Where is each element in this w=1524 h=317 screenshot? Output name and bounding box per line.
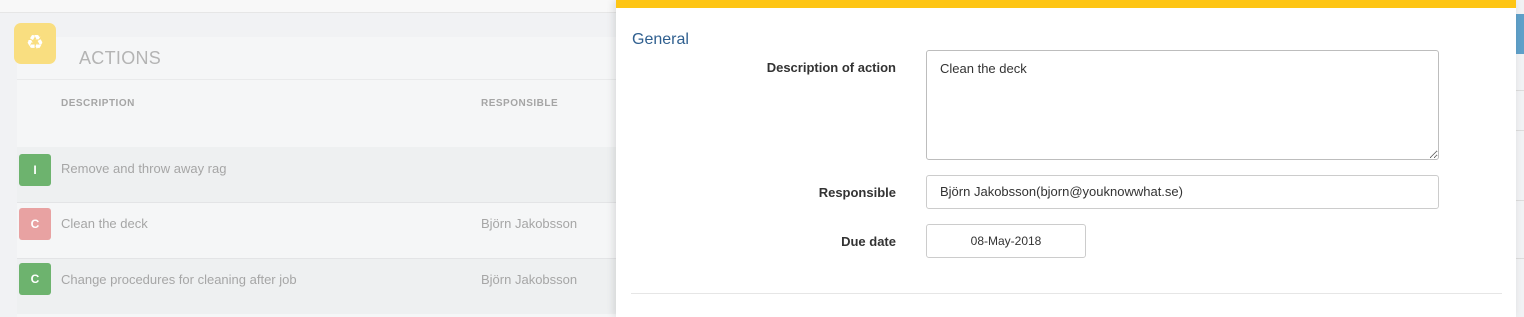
action-type-badge: I <box>19 154 51 186</box>
action-edit-panel: General Description of action Clean the … <box>616 0 1516 317</box>
responsible-label: Responsible <box>818 185 896 200</box>
description-label: Description of action <box>766 60 896 75</box>
top-panel <box>0 0 616 13</box>
table-row[interactable]: C Change procedures for cleaning after j… <box>17 259 616 314</box>
due-date-label: Due date <box>841 234 896 249</box>
actions-title: ACTIONS <box>79 48 162 68</box>
panel-accent-bar <box>616 0 1516 8</box>
row-description: Change procedures for cleaning after job <box>61 272 297 287</box>
background-divider <box>1516 90 1524 91</box>
background-divider <box>1516 200 1524 201</box>
header-divider <box>17 79 616 80</box>
row-responsible: Björn Jakobsson <box>481 272 578 287</box>
description-textarea[interactable]: Clean the deck <box>926 50 1439 160</box>
table-row[interactable]: C Clean the deck Björn Jakobsson <box>17 203 616 258</box>
action-type-badge: C <box>19 263 51 295</box>
row-description: Clean the deck <box>61 216 148 231</box>
section-title-general: General <box>632 31 689 48</box>
background-divider <box>1516 130 1524 131</box>
responsible-field[interactable]: Björn Jakobsson(bjorn@youknowwhat.se) <box>926 175 1439 209</box>
table-row[interactable]: I Remove and throw away rag <box>17 147 616 202</box>
column-header-description[interactable]: DESCRIPTION <box>61 98 135 109</box>
panel-divider <box>631 293 1502 294</box>
due-date-field[interactable]: 08-May-2018 <box>926 224 1086 258</box>
action-type-badge: C <box>19 208 51 240</box>
background-divider <box>1516 258 1524 259</box>
column-header-responsible[interactable]: RESPONSIBLE <box>481 98 558 109</box>
row-description: Remove and throw away rag <box>61 161 227 176</box>
recycle-icon: ♻ <box>14 23 56 64</box>
row-responsible: Björn Jakobsson <box>481 216 578 231</box>
background-button-edge <box>1516 14 1524 54</box>
